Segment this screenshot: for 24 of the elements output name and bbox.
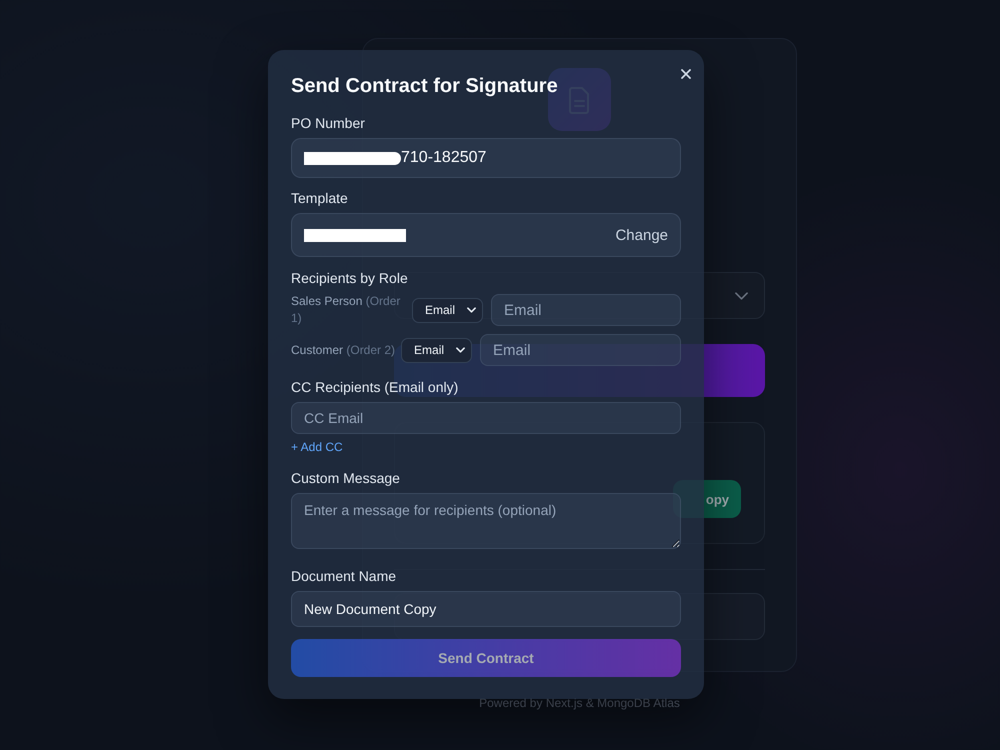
email-input[interactable]: Email [491,294,681,326]
close-icon[interactable] [681,69,691,79]
field-label: Custom Message [291,470,400,487]
field-label: Document Name [291,568,396,585]
change-button[interactable]: Change [615,226,668,244]
footer-text: Powered by Next.js & MongoDB Atlas [479,696,680,710]
recipient-role-label: Sales Person (Order 1) [291,293,402,327]
message-field[interactable]: Enter a message for recipients (optional) [291,493,681,549]
field-label: CC Recipients (Email only) [291,379,458,396]
field-label: PO Number [291,115,365,132]
method-select[interactable]: Email [412,298,483,322]
recipient-role-label: Customer (Order 2) [291,342,396,358]
cc-email-input[interactable]: CC Email [291,402,681,434]
dialog-title: Send Contract for Signature [291,74,558,98]
field-label: Template [291,190,348,207]
chevron-down-icon [735,292,748,300]
section-label: Recipients by Role [291,270,408,287]
chevron-down-icon [467,307,476,313]
document-name-input[interactable]: New Document Copy [291,591,681,627]
po-number-field[interactable]: 710-182507 [291,138,681,178]
add-cc-link[interactable]: + Add CC [291,440,343,454]
chevron-down-icon [456,347,466,353]
method-select[interactable]: Email [401,338,472,362]
email-input[interactable]: Email [480,334,681,366]
